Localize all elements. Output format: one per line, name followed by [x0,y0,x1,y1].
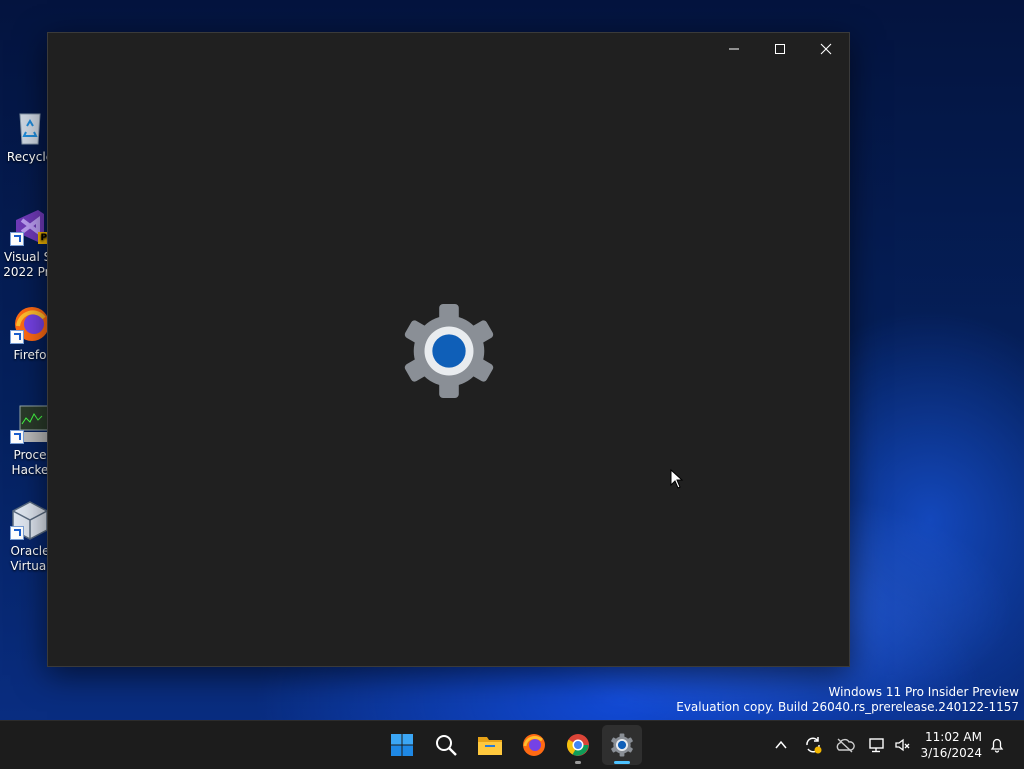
visual-studio-icon: PR [10,206,56,246]
volume-tray-button[interactable] [892,733,914,757]
process-hacker-icon [10,404,50,444]
shortcut-arrow-icon [10,232,24,246]
minimize-icon [729,48,739,50]
settings-taskbar-button[interactable] [602,725,642,765]
close-icon [820,43,832,55]
running-indicator [575,761,581,764]
volume-muted-icon [895,738,910,752]
clock-date: 3/16/2024 [920,746,982,760]
virtualbox-icon [10,500,50,540]
shortcut-arrow-icon [10,430,24,444]
watermark-edition: Windows 11 Pro Insider Preview [828,685,1019,699]
settings-gear-icon [400,302,498,400]
windows-start-icon [391,734,413,756]
close-button[interactable] [803,33,849,65]
onedrive-tray-button[interactable] [834,733,856,757]
start-button[interactable] [382,725,422,765]
minimize-button[interactable] [711,33,757,65]
mouse-cursor-icon [670,468,684,489]
bell-icon [990,738,1004,753]
chrome-icon [567,734,589,756]
evaluation-watermark: Windows 11 Pro Insider Preview Evaluatio… [676,685,1019,715]
chrome-taskbar-button[interactable] [558,725,598,765]
sync-tray-button[interactable] [802,733,824,757]
recycle-bin-icon [10,106,50,146]
taskbar: 11:02 AM 3/16/2024 [0,720,1024,769]
maximize-button[interactable] [757,33,803,65]
chevron-up-icon [775,740,787,749]
notifications-button[interactable] [986,733,1008,757]
shortcut-arrow-icon [10,526,24,540]
clock-time: 11:02 AM [925,730,982,744]
watermark-build: Evaluation copy. Build 26040.rs_prerelea… [676,700,1019,714]
file-explorer-button[interactable] [470,725,510,765]
maximize-icon [775,44,785,54]
shortcut-arrow-icon [10,330,24,344]
sync-icon [806,737,822,754]
search-icon [436,735,457,756]
taskbar-clock[interactable]: 11:02 AM 3/16/2024 [920,729,982,761]
firefox-icon [523,734,545,756]
settings-gear-icon [611,733,633,757]
firefox-icon [10,304,50,344]
firefox-taskbar-button[interactable] [514,725,554,765]
search-button[interactable] [426,725,466,765]
onedrive-offline-icon [836,738,855,753]
network-icon [869,738,884,753]
active-indicator [614,761,630,764]
show-hidden-icons-button[interactable] [770,733,792,757]
file-explorer-icon [478,737,502,755]
network-tray-button[interactable] [866,733,888,757]
settings-window[interactable] [47,32,850,667]
